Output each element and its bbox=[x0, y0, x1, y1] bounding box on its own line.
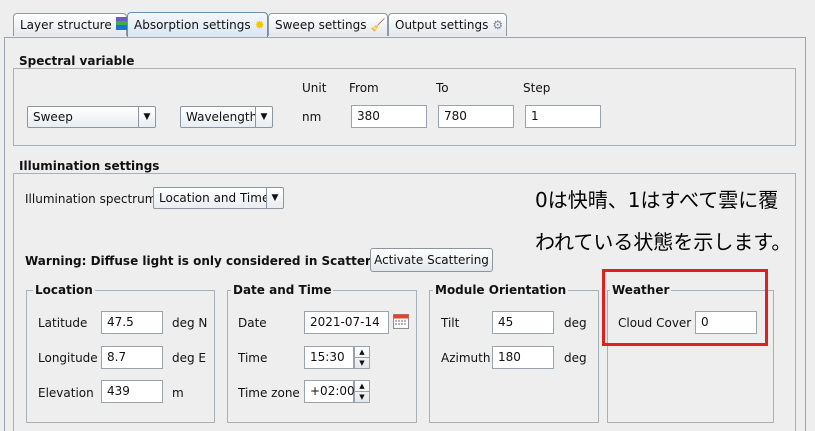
spin-down-icon[interactable]: ▼ bbox=[355, 391, 369, 402]
timezone-field[interactable]: +02:00 bbox=[304, 380, 355, 403]
unit-value: nm bbox=[302, 110, 322, 124]
latitude-field[interactable]: 47.5 bbox=[101, 311, 163, 334]
spectral-variable-title: Spectral variable bbox=[19, 54, 135, 68]
calendar-icon[interactable] bbox=[393, 313, 409, 332]
date-label: Date bbox=[238, 316, 267, 330]
tab-label: Layer structure bbox=[20, 18, 112, 32]
chevron-down-icon: ▼ bbox=[266, 188, 283, 208]
azimuth-unit: deg bbox=[564, 351, 587, 365]
tab-label: Sweep settings bbox=[275, 18, 367, 32]
chevron-down-icon: ▼ bbox=[138, 107, 155, 127]
step-field[interactable]: 1 bbox=[525, 105, 601, 128]
location-title: Location bbox=[33, 283, 95, 297]
spin-up-icon[interactable]: ▲ bbox=[355, 347, 369, 357]
chevron-down-icon: ▼ bbox=[255, 107, 272, 127]
longitude-label: Longitude bbox=[38, 351, 98, 365]
module-orientation-title: Module Orientation bbox=[433, 283, 569, 297]
time-field[interactable]: 15:30 bbox=[304, 346, 354, 369]
elevation-field[interactable]: 439 bbox=[101, 380, 163, 403]
output-icon: ⚙ bbox=[492, 18, 504, 32]
illumination-settings-title: Illumination settings bbox=[19, 159, 160, 173]
illumination-spectrum-value: Location and Time bbox=[159, 191, 266, 205]
illumination-spectrum-select[interactable]: Location and Time ▼ bbox=[153, 187, 284, 209]
time-spinner[interactable]: ▲ ▼ bbox=[354, 346, 370, 369]
weather-highlight-box bbox=[602, 269, 768, 346]
spectral-variable-value: Wavelength bbox=[186, 110, 255, 124]
spin-down-icon[interactable]: ▼ bbox=[355, 357, 369, 368]
spin-up-icon[interactable]: ▲ bbox=[355, 381, 369, 391]
activate-scattering-button[interactable]: Activate Scattering bbox=[370, 248, 493, 272]
date-field[interactable]: 2021-07-14 bbox=[304, 311, 389, 334]
tab-bar: Layer structure Absorption settings ✹ Sw… bbox=[0, 0, 815, 37]
tab-absorption-settings[interactable]: Absorption settings ✹ bbox=[127, 12, 268, 37]
timezone-spinner[interactable]: ▲ ▼ bbox=[354, 380, 370, 403]
sun-icon: ✹ bbox=[254, 18, 265, 32]
tab-output-settings[interactable]: Output settings ⚙ bbox=[388, 13, 507, 36]
sweep-mode-select[interactable]: Sweep ▼ bbox=[27, 106, 156, 128]
longitude-field[interactable]: 8.7 bbox=[101, 346, 163, 369]
azimuth-field[interactable]: 180 bbox=[492, 346, 554, 369]
spectral-variable-select[interactable]: Wavelength ▼ bbox=[180, 106, 273, 128]
from-header: From bbox=[349, 81, 379, 95]
tilt-unit: deg bbox=[564, 316, 587, 330]
to-field[interactable]: 780 bbox=[438, 105, 514, 128]
illumination-spectrum-label: Illumination spectrum bbox=[25, 192, 157, 206]
unit-header: Unit bbox=[302, 81, 327, 95]
broom-icon: 🧹 bbox=[370, 18, 386, 32]
date-time-title: Date and Time bbox=[231, 283, 334, 297]
to-header: To bbox=[436, 81, 449, 95]
tab-layer-structure[interactable]: Layer structure bbox=[13, 13, 130, 36]
tab-label: Output settings bbox=[395, 18, 489, 32]
annotation-line-1: 0は快晴、1はすべて雲に覆 bbox=[535, 188, 779, 212]
latitude-unit: deg N bbox=[172, 316, 208, 330]
elevation-unit: m bbox=[172, 386, 184, 400]
timezone-label: Time zone bbox=[238, 386, 300, 400]
from-field[interactable]: 380 bbox=[351, 105, 427, 128]
tab-sweep-settings[interactable]: Sweep settings 🧹 bbox=[268, 13, 388, 36]
longitude-unit: deg E bbox=[172, 351, 207, 365]
sweep-mode-value: Sweep bbox=[33, 110, 73, 124]
latitude-label: Latitude bbox=[38, 316, 88, 330]
annotation-line-2: われている状態を示します。 bbox=[535, 230, 792, 254]
elevation-label: Elevation bbox=[38, 386, 94, 400]
time-label: Time bbox=[238, 351, 268, 365]
tilt-field[interactable]: 45 bbox=[492, 311, 554, 334]
azimuth-label: Azimuth bbox=[441, 351, 491, 365]
step-header: Step bbox=[523, 81, 551, 95]
tilt-label: Tilt bbox=[441, 316, 460, 330]
tab-label: Absorption settings bbox=[134, 18, 251, 32]
